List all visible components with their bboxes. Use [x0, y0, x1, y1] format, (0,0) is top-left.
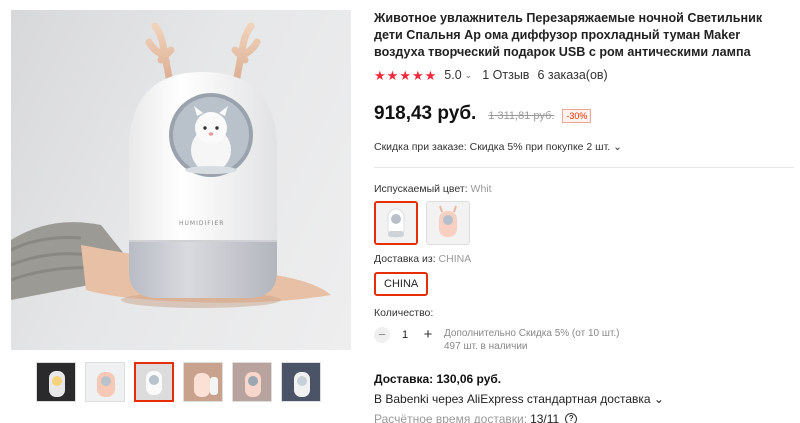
rating-stars: ★ ★ ★ ★ ★	[374, 69, 436, 82]
quantity-label: Количество:	[374, 307, 434, 319]
delivery-method[interactable]: В Babenki через AliExpress стандартная д…	[374, 392, 794, 406]
order-discount[interactable]: Скидка при заказе: Скидка 5% при покупке…	[374, 141, 794, 153]
reviews-link[interactable]: 1 Отзыв	[482, 68, 529, 82]
main-product-image[interactable]: HUMIDIFIER	[11, 10, 351, 350]
thumbnail-4[interactable]	[183, 362, 223, 402]
delivery-time-value: 13/11	[530, 412, 560, 423]
ship-from-china-option[interactable]: CHINA	[374, 272, 429, 296]
quantity-stepper: − 1 + Дополнительно Скидка 5% (от 10 шт.…	[374, 327, 794, 353]
orders-count: 6 заказа(ов)	[537, 68, 608, 82]
swatch-white-bear[interactable]	[374, 201, 418, 245]
thumbnail-6[interactable]	[281, 362, 321, 402]
star-icon: ★	[411, 67, 424, 83]
chevron-down-icon: ⌄	[653, 392, 664, 406]
discount-badge: -30%	[562, 109, 592, 123]
price-row: 918,43 руб. 1 311,81 руб. -30%	[374, 103, 794, 125]
star-icon: ★	[424, 67, 437, 83]
delivery-time: Расчётное время доставки: 13/11 ?	[374, 412, 794, 423]
delivery-method-text: В Babenki через AliExpress стандартная д…	[374, 392, 651, 406]
chevron-down-icon: ⌄	[613, 141, 622, 153]
order-discount-text: Скидка при заказе: Скидка 5% при покупке…	[374, 141, 611, 153]
svg-text:HUMIDIFIER: HUMIDIFIER	[179, 220, 224, 227]
swatch-pink-deer[interactable]	[426, 201, 470, 245]
star-icon: ★	[386, 67, 399, 83]
humidifier-photo: HUMIDIFIER	[11, 22, 331, 308]
quantity-value[interactable]: 1	[390, 327, 420, 343]
ship-from-label-text: Доставка из:	[374, 253, 436, 265]
color-label-text: Испускаемый цвет:	[374, 183, 468, 195]
thumbnail-strip	[36, 362, 321, 402]
star-icon: ★	[374, 67, 386, 83]
star-icon: ★	[399, 67, 411, 83]
thumbnail-1[interactable]	[36, 362, 76, 402]
delivery-price: Доставка: 130,06 руб.	[374, 372, 502, 386]
delivery-time-label: Расчётное время доставки:	[374, 412, 528, 423]
minus-icon[interactable]: −	[374, 327, 390, 343]
ship-from-value: CHINA	[438, 253, 472, 265]
ship-from-label: Доставка из: CHINA	[374, 253, 794, 265]
rating-row: ★ ★ ★ ★ ★ 5.0 ⌄ 1 Отзыв 6 заказа(ов)	[374, 68, 794, 82]
divider	[374, 167, 794, 168]
extra-discount: Дополнительно Скидка 5% (от 10 шт.)	[444, 328, 620, 339]
old-price: 1 311,81 руб.	[488, 110, 555, 122]
product-info: Животное увлажнитель Перезаряжаемые ночн…	[374, 10, 794, 423]
product-title: Животное увлажнитель Перезаряжаемые ночн…	[374, 11, 763, 59]
color-label: Испускаемый цвет: Whit	[374, 183, 794, 195]
color-value: Whit	[470, 183, 492, 195]
stock-count: 497 шт. в наличии	[444, 341, 528, 352]
thumbnail-5[interactable]	[232, 362, 272, 402]
thumbnail-3[interactable]	[134, 362, 174, 402]
thumbnail-2[interactable]	[85, 362, 125, 402]
quantity-info: Дополнительно Скидка 5% (от 10 шт.) 497 …	[444, 327, 619, 353]
rating-value: 5.0	[444, 68, 462, 82]
help-icon[interactable]: ?	[565, 413, 578, 423]
color-swatches	[374, 201, 794, 245]
current-price: 918,43 руб.	[374, 103, 477, 124]
plus-icon[interactable]: +	[420, 327, 436, 343]
chevron-down-icon[interactable]: ⌄	[465, 70, 473, 81]
